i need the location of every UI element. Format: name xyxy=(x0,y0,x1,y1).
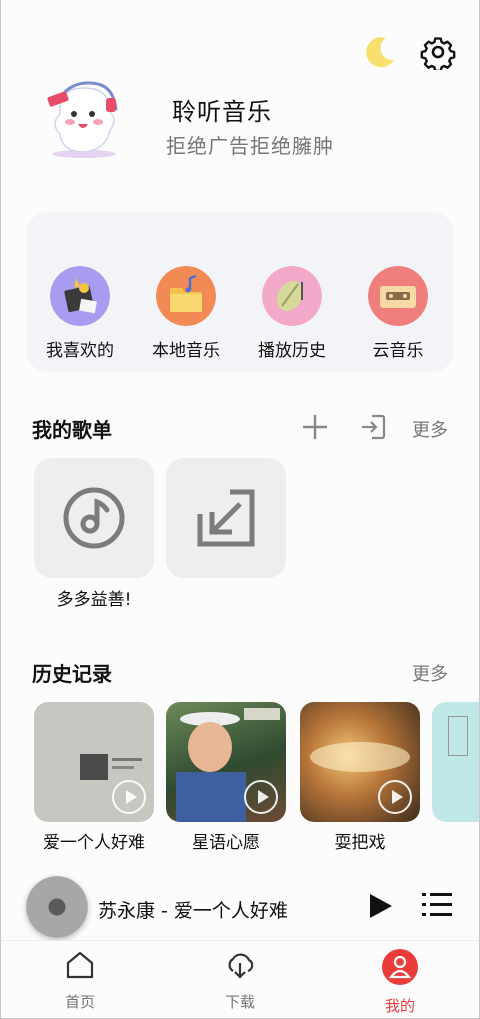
cloud-music-icon xyxy=(368,266,428,326)
app-subtitle: 拒绝广告拒绝臃肿 xyxy=(166,134,334,158)
tab-label-download: 下载 xyxy=(224,993,255,1011)
now-playing-disc[interactable] xyxy=(26,876,88,938)
album-cover-3 xyxy=(300,702,420,822)
history-title: 历史记录 xyxy=(32,662,112,686)
tab-label-profile: 我的 xyxy=(384,997,415,1015)
import-playlist-icon[interactable] xyxy=(358,412,388,442)
mascot-logo xyxy=(47,81,118,158)
tab-profile[interactable]: 我的 xyxy=(360,949,440,1016)
playlist-queue-icon[interactable] xyxy=(422,890,452,920)
app-title: 聆听音乐 xyxy=(172,98,272,126)
quick-label-cloud-music: 云音乐 xyxy=(372,341,424,361)
quick-label-favorites: 我喜欢的 xyxy=(46,341,114,361)
quick-item-history[interactable]: 播放历史 xyxy=(242,266,342,361)
quick-label-history: 播放历史 xyxy=(258,341,326,361)
gear-icon[interactable] xyxy=(420,34,456,70)
play-icon[interactable] xyxy=(366,892,394,920)
album-cover-4 xyxy=(432,702,480,822)
tab-download[interactable]: 下载 xyxy=(200,949,280,1012)
playlist-label-duoduo: 多多益善! xyxy=(56,590,132,610)
playlist-tile-duoduo[interactable] xyxy=(34,458,154,578)
quick-label-local-music: 本地音乐 xyxy=(152,341,220,361)
import-arrow-icon xyxy=(197,489,255,547)
history-more-link[interactable]: 更多 xyxy=(412,660,448,686)
moon-icon[interactable] xyxy=(360,32,400,72)
album-cover-2 xyxy=(166,702,286,822)
history-item-1[interactable]: 爱一个人好难 xyxy=(34,702,154,853)
history-icon xyxy=(262,266,322,326)
history-item-4[interactable] xyxy=(432,702,480,822)
album-cover-1 xyxy=(34,702,154,822)
history-label-2: 星语心愿 xyxy=(192,833,260,853)
history-item-2[interactable]: 星语心愿 xyxy=(166,702,286,853)
bottom-tab-bar: 首页 下载 我的 xyxy=(0,940,480,1019)
profile-icon xyxy=(382,949,418,985)
now-playing-text[interactable]: 苏永康 - 爱一个人好难 xyxy=(98,896,288,923)
local-music-icon xyxy=(156,266,216,326)
play-circle-icon[interactable] xyxy=(244,780,278,814)
playlists-title: 我的歌单 xyxy=(32,418,112,442)
quick-item-favorites[interactable]: 我喜欢的 xyxy=(30,266,130,361)
quick-item-cloud-music[interactable]: 云音乐 xyxy=(348,266,448,361)
download-icon xyxy=(228,953,254,979)
history-label-1: 爱一个人好难 xyxy=(43,833,145,853)
quick-item-local-music[interactable]: 本地音乐 xyxy=(136,266,236,361)
favorites-icon xyxy=(50,266,110,326)
play-circle-icon[interactable] xyxy=(378,780,412,814)
music-disc-icon xyxy=(63,487,125,549)
quick-access-card: 我喜欢的 本地音乐 播放历史 云音乐 xyxy=(26,212,454,372)
play-circle-icon[interactable] xyxy=(112,780,146,814)
tab-home[interactable]: 首页 xyxy=(40,949,120,1012)
add-playlist-icon[interactable] xyxy=(300,412,330,442)
playlist-import-tile[interactable] xyxy=(166,458,286,578)
history-label-3: 耍把戏 xyxy=(334,833,386,853)
home-icon xyxy=(66,951,94,979)
playlists-more-link[interactable]: 更多 xyxy=(412,416,448,442)
tab-label-home: 首页 xyxy=(64,993,95,1011)
history-item-3[interactable]: 耍把戏 xyxy=(300,702,420,853)
